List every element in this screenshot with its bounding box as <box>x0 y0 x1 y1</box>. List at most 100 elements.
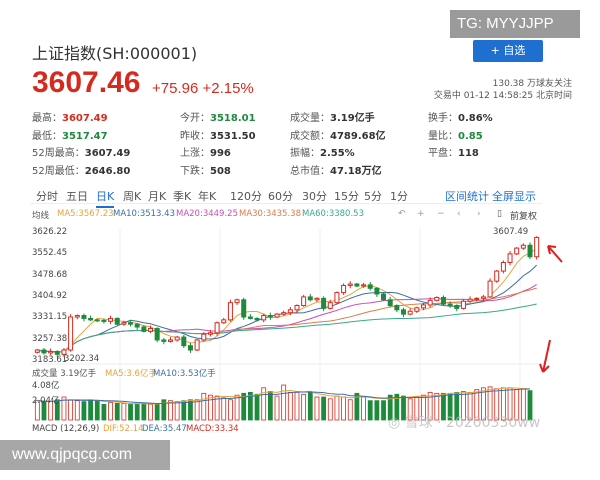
candle-body <box>334 292 340 304</box>
volume-bar <box>174 401 180 421</box>
candle-body <box>141 326 147 332</box>
candle-body <box>101 319 107 322</box>
volume-bar <box>307 391 313 421</box>
volume-bar <box>294 391 300 421</box>
candle-body <box>447 303 453 307</box>
candle-body <box>267 315 273 318</box>
candle-body <box>494 270 500 282</box>
macd-dea: DEA:35.47 <box>142 424 187 434</box>
candle-body <box>281 312 287 315</box>
volume-bar <box>267 391 273 421</box>
volume-bar <box>154 403 160 421</box>
price-axis-label: 3404.92 <box>32 290 68 301</box>
volume-bar <box>221 397 227 421</box>
candle-body <box>261 315 267 321</box>
candle-body <box>500 261 506 272</box>
candle-body <box>154 327 160 341</box>
candle-body <box>374 287 380 295</box>
candle-body <box>74 315 80 318</box>
ma5-line <box>37 247 537 353</box>
volume-axis-mid: 2.04亿 <box>32 396 60 406</box>
high-label: 3607.49 <box>493 227 529 237</box>
volume-bar <box>281 384 287 421</box>
volume-bar <box>88 399 93 421</box>
candle-body <box>341 284 347 294</box>
candle-body <box>247 316 253 319</box>
volume-bar <box>341 396 346 421</box>
candle-body <box>274 313 280 318</box>
low-label: 3202.34 <box>64 354 100 364</box>
watermark-url: www.qjpqcg.com <box>0 440 170 470</box>
volume-bar <box>254 393 260 421</box>
candle-body <box>321 297 327 309</box>
volume-bar <box>134 403 140 421</box>
volume-bar <box>181 400 187 421</box>
volume-axis-top: 4.08亿 <box>32 381 60 391</box>
candle-body <box>48 350 54 354</box>
macd-label: MACD (12,26,9) <box>32 424 100 434</box>
candle-body <box>367 284 373 289</box>
candle-body <box>361 284 367 287</box>
candle-body <box>314 297 320 301</box>
candle-body <box>161 339 167 342</box>
candle-body <box>480 296 486 299</box>
volume-bar <box>234 394 240 421</box>
volume-bar <box>201 392 207 421</box>
price-axis-label: 3183.61 <box>32 354 68 365</box>
candle-body <box>420 304 426 309</box>
candle-body <box>387 299 393 307</box>
volume-bar <box>114 403 120 421</box>
candle-body <box>41 349 47 354</box>
volume-bar <box>74 400 80 421</box>
candle-body <box>108 317 114 322</box>
volume-bar <box>128 403 133 421</box>
kline-chart[interactable] <box>0 0 600 480</box>
candle-body <box>487 280 493 298</box>
volume-bar <box>141 403 147 421</box>
candle-body <box>347 283 353 286</box>
candle-body <box>394 305 400 311</box>
red-arrow-annotation <box>539 339 551 373</box>
candle-body <box>214 322 220 334</box>
volume-bar <box>194 399 200 421</box>
volume-bar <box>374 400 380 421</box>
candle-body <box>241 299 247 318</box>
candle-body <box>187 345 193 351</box>
candle-body <box>427 299 433 306</box>
volume-bar <box>168 400 173 421</box>
volume-bar <box>327 398 333 421</box>
volume-bar <box>367 400 373 421</box>
candle-body <box>401 309 407 315</box>
price-axis-label: 3331.15 <box>32 312 68 323</box>
volume-bar <box>381 400 386 421</box>
candle-body <box>534 236 540 258</box>
red-arrow-annotation <box>547 245 563 263</box>
candle-body <box>88 317 94 321</box>
volume-bar <box>94 400 100 421</box>
price-axis-label: 3257.38 <box>32 333 68 344</box>
price-axis-label: 3626.22 <box>32 227 68 237</box>
candle-body <box>181 336 187 347</box>
candle-body <box>327 302 333 309</box>
price-axis-label: 3552.45 <box>32 248 68 259</box>
candle-body <box>454 305 460 309</box>
candle-body <box>201 333 207 341</box>
candle-body <box>514 247 520 255</box>
volume-ma10: MA10:3.53亿手 <box>153 369 216 379</box>
macd-dif: DIF:52.14 <box>103 424 144 434</box>
candle-body <box>234 299 240 304</box>
candle-body <box>354 283 360 287</box>
candle-body <box>81 315 87 319</box>
candle-body <box>520 244 526 249</box>
candle-body <box>474 297 480 300</box>
macd-value: MACD:33.34 <box>186 424 239 434</box>
candle-body <box>94 319 100 322</box>
candle-body <box>381 293 387 301</box>
candle-body <box>307 296 313 301</box>
candle-body <box>254 317 260 321</box>
candle-body <box>287 309 293 314</box>
candle-body <box>227 302 233 321</box>
price-axis-label: 3478.68 <box>32 269 68 280</box>
watermark-tg: TG: MYYJJPP <box>450 10 580 38</box>
volume-bar <box>68 399 74 421</box>
